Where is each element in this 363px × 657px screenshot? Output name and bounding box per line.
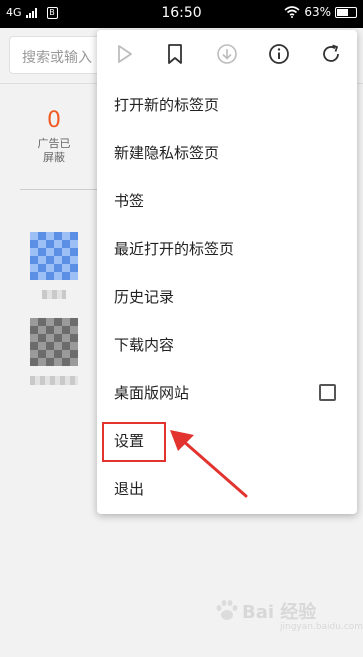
refresh-icon[interactable] — [319, 42, 343, 66]
bookmark-add-icon[interactable] — [163, 42, 187, 66]
blocked-count: 0 — [47, 108, 61, 133]
menu-item-label: 桌面版网站 — [114, 384, 190, 402]
menu-item-bookmarks[interactable]: 书签 — [97, 176, 357, 224]
menu-item-new-incognito-tab[interactable]: 新建隐私标签页 — [97, 128, 357, 176]
menu-item-label: 最近打开的标签页 — [114, 240, 235, 258]
ads-blocked-stat: 0 广告已屏蔽 — [20, 108, 88, 165]
menu-item-downloads[interactable]: 下载内容 — [97, 320, 357, 368]
menu-item-label: 打开新的标签页 — [114, 96, 220, 114]
site-shortcut-label — [42, 290, 66, 299]
menu-item-history[interactable]: 历史记录 — [97, 272, 357, 320]
desktop-site-checkbox[interactable] — [319, 384, 336, 401]
watermark-text: Bai 经验 — [242, 602, 317, 623]
paw-icon — [216, 600, 238, 620]
annotation-highlight-box — [102, 422, 166, 462]
battery-percent: 63% — [304, 5, 331, 19]
menu-item-label: 下载内容 — [114, 336, 175, 354]
site-shortcut-icon[interactable] — [30, 232, 78, 280]
site-shortcut-icon[interactable] — [30, 318, 78, 366]
menu-item-recent-tabs[interactable]: 最近打开的标签页 — [97, 224, 357, 272]
status-bar: 4G B 16:50 63% — [0, 0, 363, 28]
wifi-icon — [284, 6, 300, 18]
search-placeholder: 搜索或输入 — [22, 50, 92, 66]
menu-item-label: 书签 — [114, 192, 145, 210]
menu-toolbar — [97, 30, 357, 78]
forward-icon[interactable] — [112, 42, 136, 66]
menu-item-new-tab[interactable]: 打开新的标签页 — [97, 80, 357, 128]
info-icon[interactable] — [267, 42, 291, 66]
download-icon[interactable] — [215, 42, 239, 66]
site-shortcut-label — [30, 376, 78, 385]
menu-item-desktop-site[interactable]: 桌面版网站 — [97, 368, 357, 416]
menu-item-label: 退出 — [114, 480, 145, 498]
battery-icon — [335, 6, 357, 18]
divider — [20, 189, 100, 190]
blocked-label: 广告已屏蔽 — [37, 137, 71, 164]
battery-status: 63% — [284, 5, 357, 19]
watermark-logo: Bai 经验 jingyan.baidu.com — [214, 598, 363, 632]
annotation-arrow-icon — [170, 430, 248, 498]
menu-item-label: 历史记录 — [114, 288, 175, 306]
menu-item-label: 新建隐私标签页 — [114, 144, 220, 162]
watermark-url: jingyan.baidu.com — [280, 622, 363, 632]
